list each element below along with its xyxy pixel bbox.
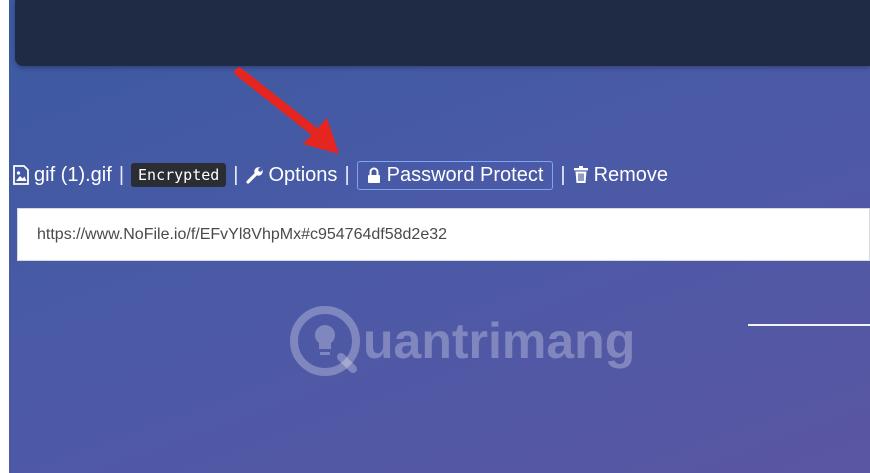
separator: | — [118, 163, 125, 186]
remove-button[interactable]: Remove — [573, 164, 668, 187]
lightbulb-logo-icon — [289, 305, 361, 377]
share-url-input[interactable] — [35, 224, 869, 245]
page-background: gif (1).gif | Encrypted | Options | Pass… — [9, 0, 870, 473]
file-action-bar: gif (1).gif | Encrypted | Options | Pass… — [12, 158, 668, 192]
separator: | — [233, 163, 239, 186]
options-button[interactable]: Options — [245, 163, 338, 187]
image-file-icon — [12, 165, 30, 185]
file-name-item: gif (1).gif — [12, 164, 112, 187]
watermark: uantrimang — [289, 303, 635, 379]
remove-label: Remove — [593, 163, 669, 186]
trash-icon — [573, 166, 589, 184]
share-url-field[interactable] — [17, 208, 870, 261]
watermark-text: uantrimang — [363, 313, 636, 369]
divider-line — [748, 324, 870, 326]
password-protect-button[interactable]: Password Protect — [356, 160, 554, 190]
file-name: gif (1).gif — [34, 163, 112, 186]
top-panel — [15, 0, 870, 66]
password-protect-label: Password Protect — [386, 163, 544, 186]
wrench-icon — [245, 166, 264, 184]
encrypted-badge: Encrypted — [131, 163, 227, 187]
separator: | — [560, 163, 566, 186]
red-arrow-annotation — [234, 67, 339, 154]
lock-icon — [367, 167, 381, 184]
options-label: Options — [268, 163, 338, 186]
separator: | — [344, 163, 350, 186]
